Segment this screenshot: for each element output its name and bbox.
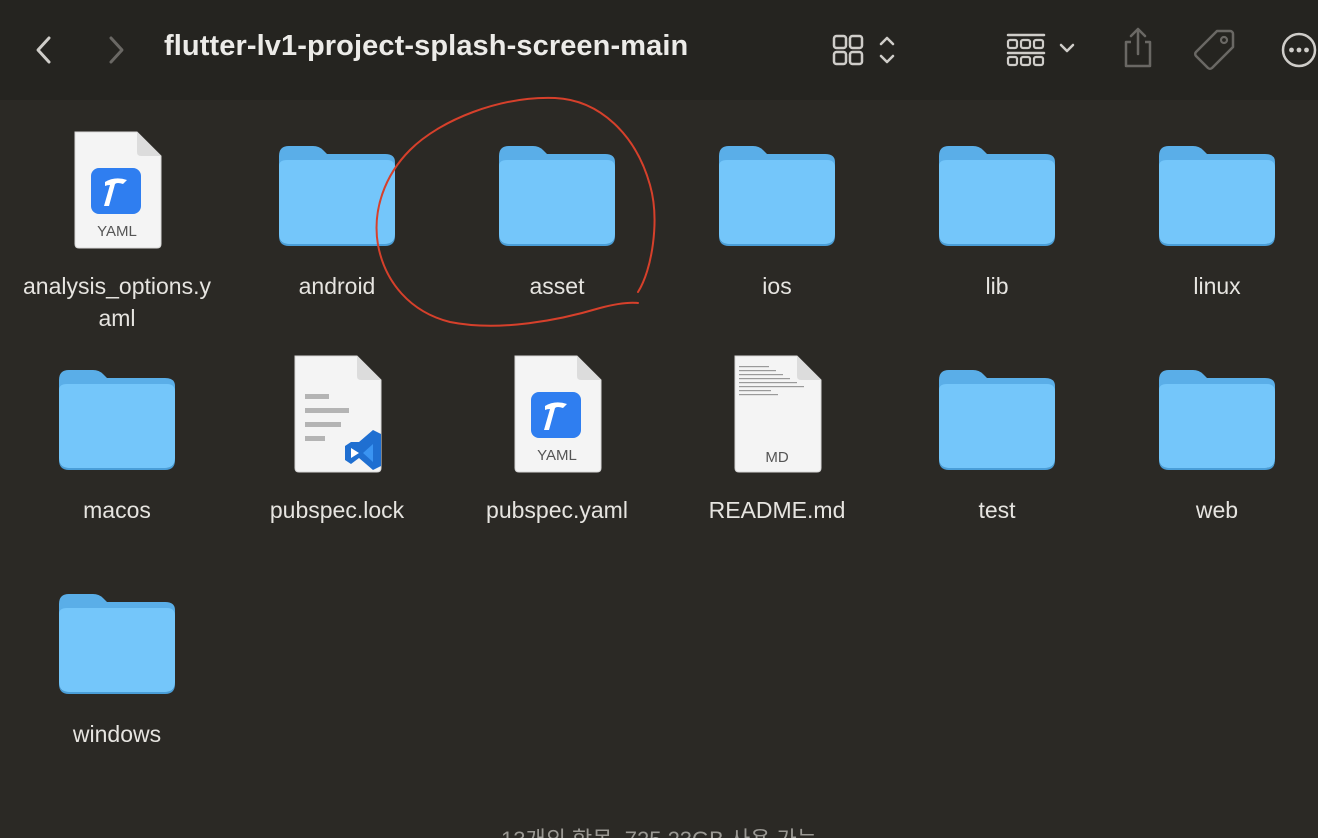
tag-icon	[1194, 29, 1235, 70]
folder-icon	[57, 578, 177, 698]
ellipsis-circle-icon	[1281, 32, 1317, 68]
folder-icon	[497, 130, 617, 250]
svg-text:MD: MD	[765, 449, 788, 466]
share-button[interactable]	[1116, 24, 1160, 72]
yaml-file-icon: YAML	[57, 130, 177, 250]
grid-view-icon	[832, 34, 895, 66]
folder-icon	[937, 130, 1057, 250]
item-label: ios	[762, 273, 792, 299]
forward-button[interactable]	[98, 30, 134, 70]
markdown-file-icon: MD	[717, 354, 837, 474]
item-label: linux	[1193, 273, 1241, 299]
item-label: windows	[72, 721, 162, 747]
chevron-right-icon	[109, 36, 124, 64]
tag-button[interactable]	[1192, 26, 1238, 72]
toolbar: flutter-lv1-project-splash-screen-main	[0, 0, 1318, 100]
item-label: pubspec.lock	[269, 497, 405, 523]
vscode-document-icon	[277, 354, 397, 474]
folder-icon	[937, 354, 1057, 474]
chevron-left-icon	[36, 36, 51, 64]
window-title: flutter-lv1-project-splash-screen-main	[164, 30, 689, 62]
status-bar-text: 13개의 항목, 725.23GB 사용 가능	[0, 822, 1318, 838]
back-button[interactable]	[26, 30, 62, 70]
view-mode-button[interactable]	[828, 28, 904, 72]
item-label: test	[978, 497, 1016, 523]
yaml-file-icon: YAML	[497, 354, 617, 474]
item-label: macos	[83, 497, 151, 523]
finder-window: flutter-lv1-project-splash-screen-main Y…	[0, 0, 1318, 838]
item-label: analysis_options.y aml	[23, 273, 211, 331]
annotation-circle	[375, 96, 656, 327]
more-button[interactable]	[1278, 30, 1318, 70]
item-label: pubspec.yaml	[486, 497, 628, 523]
group-by-icon	[1006, 33, 1075, 67]
item-label: README.md	[708, 497, 846, 523]
item-label: lib	[985, 273, 1009, 299]
folder-icon	[277, 130, 397, 250]
item-label: web	[1195, 497, 1239, 523]
svg-text:YAML: YAML	[97, 223, 137, 240]
folder-icon	[717, 130, 837, 250]
folder-icon	[1157, 130, 1277, 250]
folder-icon	[57, 354, 177, 474]
item-label: android	[298, 273, 376, 299]
share-icon	[1124, 27, 1152, 68]
svg-text:YAML: YAML	[537, 447, 577, 464]
item-label: asset	[529, 273, 585, 299]
folder-icon	[1157, 354, 1277, 474]
group-by-button[interactable]	[1004, 28, 1084, 72]
